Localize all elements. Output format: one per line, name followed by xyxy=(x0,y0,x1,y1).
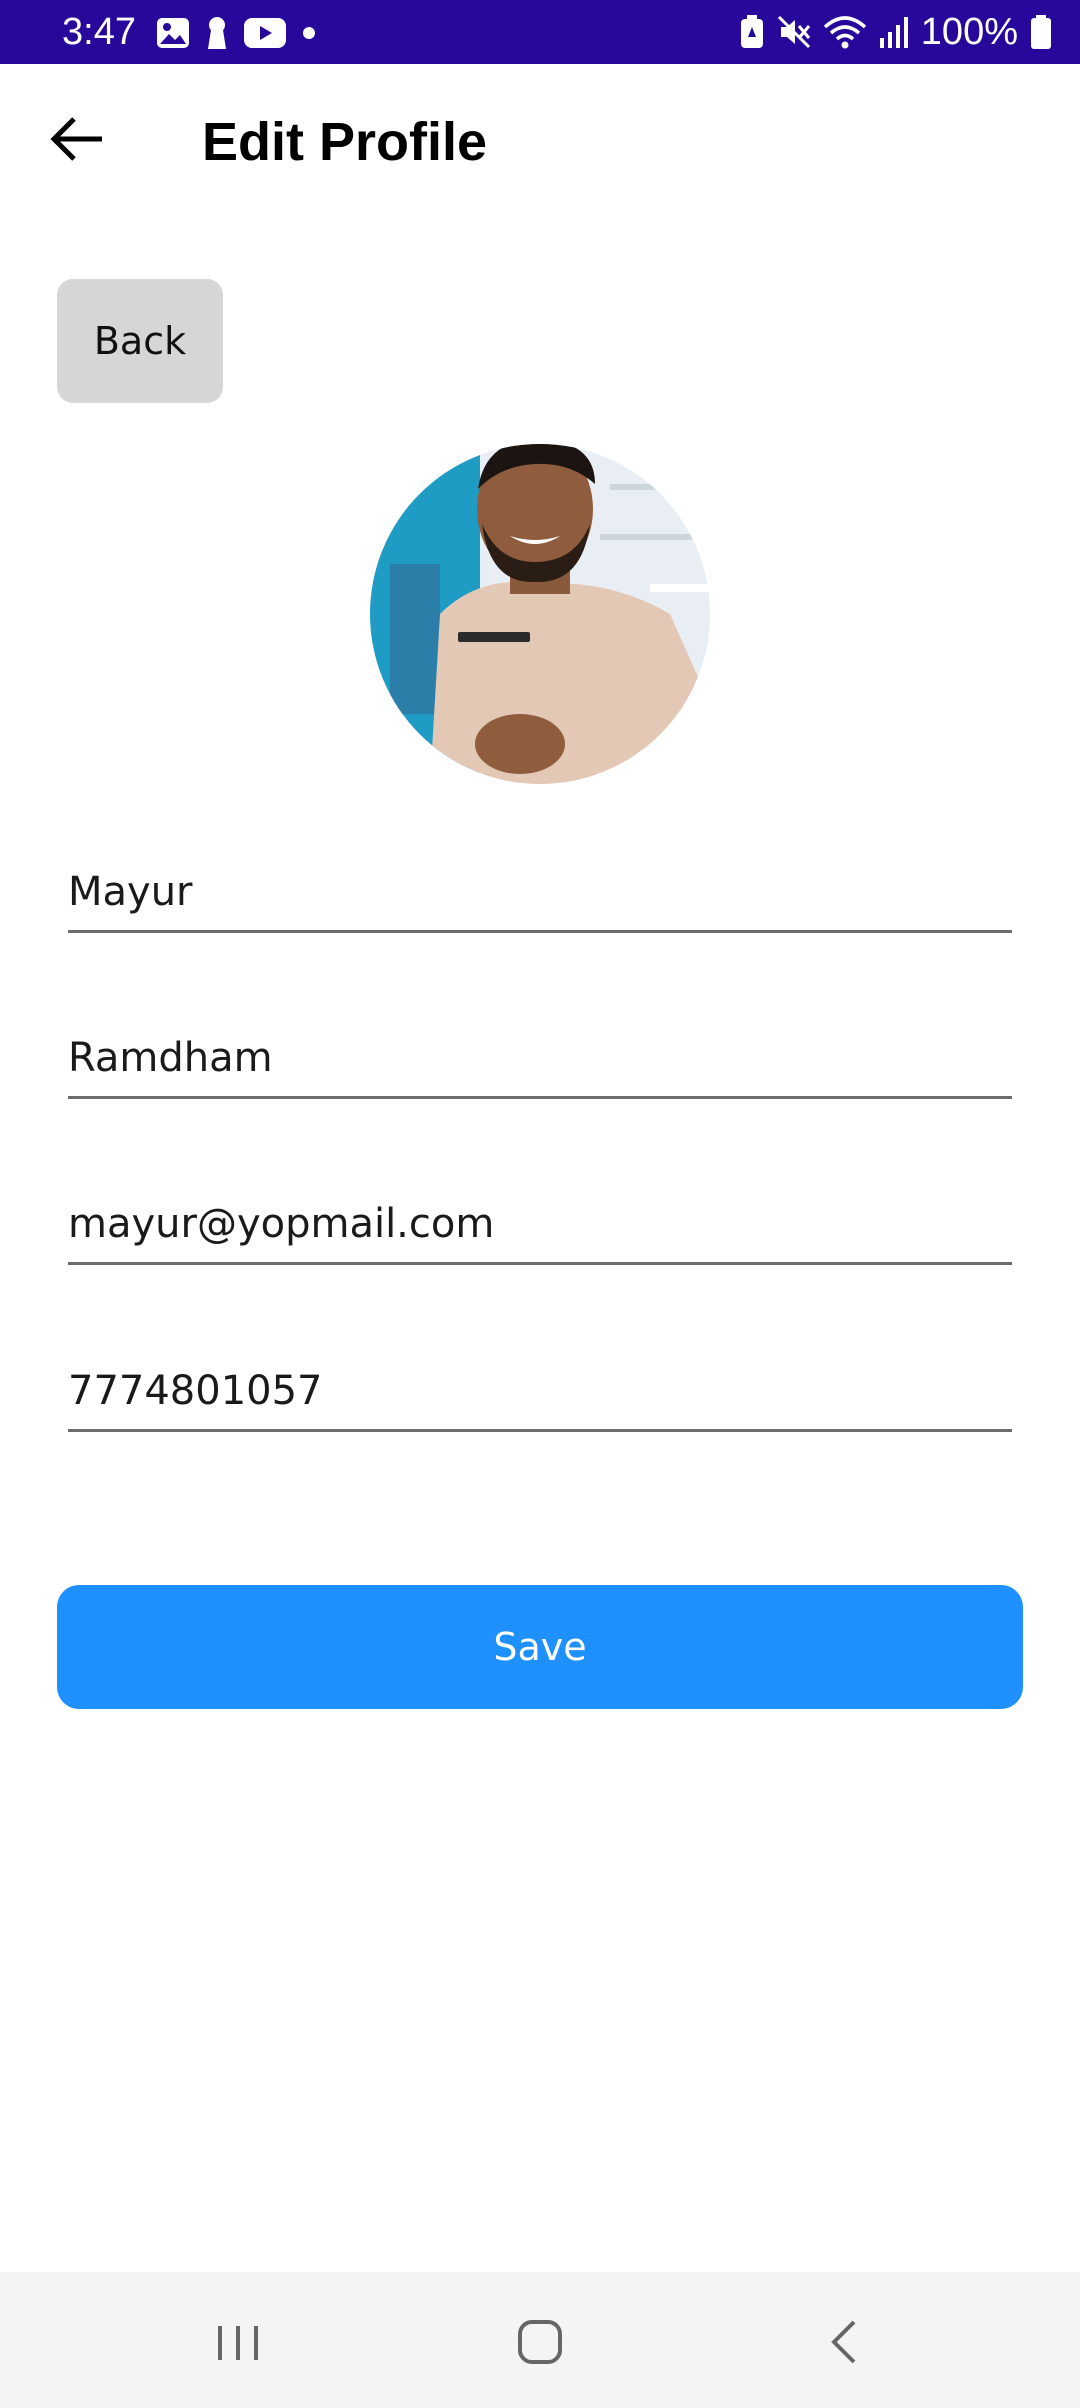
page-title: Edit Profile xyxy=(202,112,488,172)
youtube-icon xyxy=(244,18,286,48)
first-name-value: Mayur xyxy=(68,869,193,915)
save-button[interactable]: Save xyxy=(57,1585,1023,1709)
email-value: mayur@yopmail.com xyxy=(68,1201,495,1247)
back-icon[interactable] xyxy=(804,2312,884,2372)
email-field[interactable]: mayur@yopmail.com xyxy=(68,1172,1012,1265)
signal-icon xyxy=(879,17,908,48)
back-arrow-icon[interactable] xyxy=(50,116,104,162)
avatar-photo xyxy=(370,444,710,784)
app-bar: Edit Profile xyxy=(0,64,1080,224)
keyhole-icon xyxy=(208,17,226,49)
dot-icon xyxy=(303,27,315,39)
battery-saver-icon xyxy=(740,15,763,48)
gallery-icon xyxy=(157,18,189,48)
status-right-icons: 100% xyxy=(739,10,1052,54)
home-icon[interactable] xyxy=(500,2312,580,2372)
recents-icon[interactable] xyxy=(198,2312,278,2372)
first-name-field[interactable]: Mayur xyxy=(68,840,1012,933)
status-left-icons xyxy=(156,16,316,50)
phone-field[interactable]: 7774801057 xyxy=(68,1339,1012,1432)
back-button[interactable]: Back xyxy=(57,279,223,403)
system-nav-bar xyxy=(0,2272,1080,2408)
mute-icon xyxy=(777,15,810,49)
battery-percentage: 100% xyxy=(920,11,1018,53)
battery-icon xyxy=(1031,15,1051,49)
status-bar: 3:47 100% xyxy=(0,0,1080,64)
last-name-field[interactable]: Ramdham xyxy=(68,1006,1012,1099)
last-name-value: Ramdham xyxy=(68,1035,273,1081)
status-time: 3:47 xyxy=(62,11,136,53)
profile-avatar[interactable] xyxy=(370,444,710,784)
wifi-icon xyxy=(823,16,866,49)
phone-value: 7774801057 xyxy=(68,1368,323,1414)
